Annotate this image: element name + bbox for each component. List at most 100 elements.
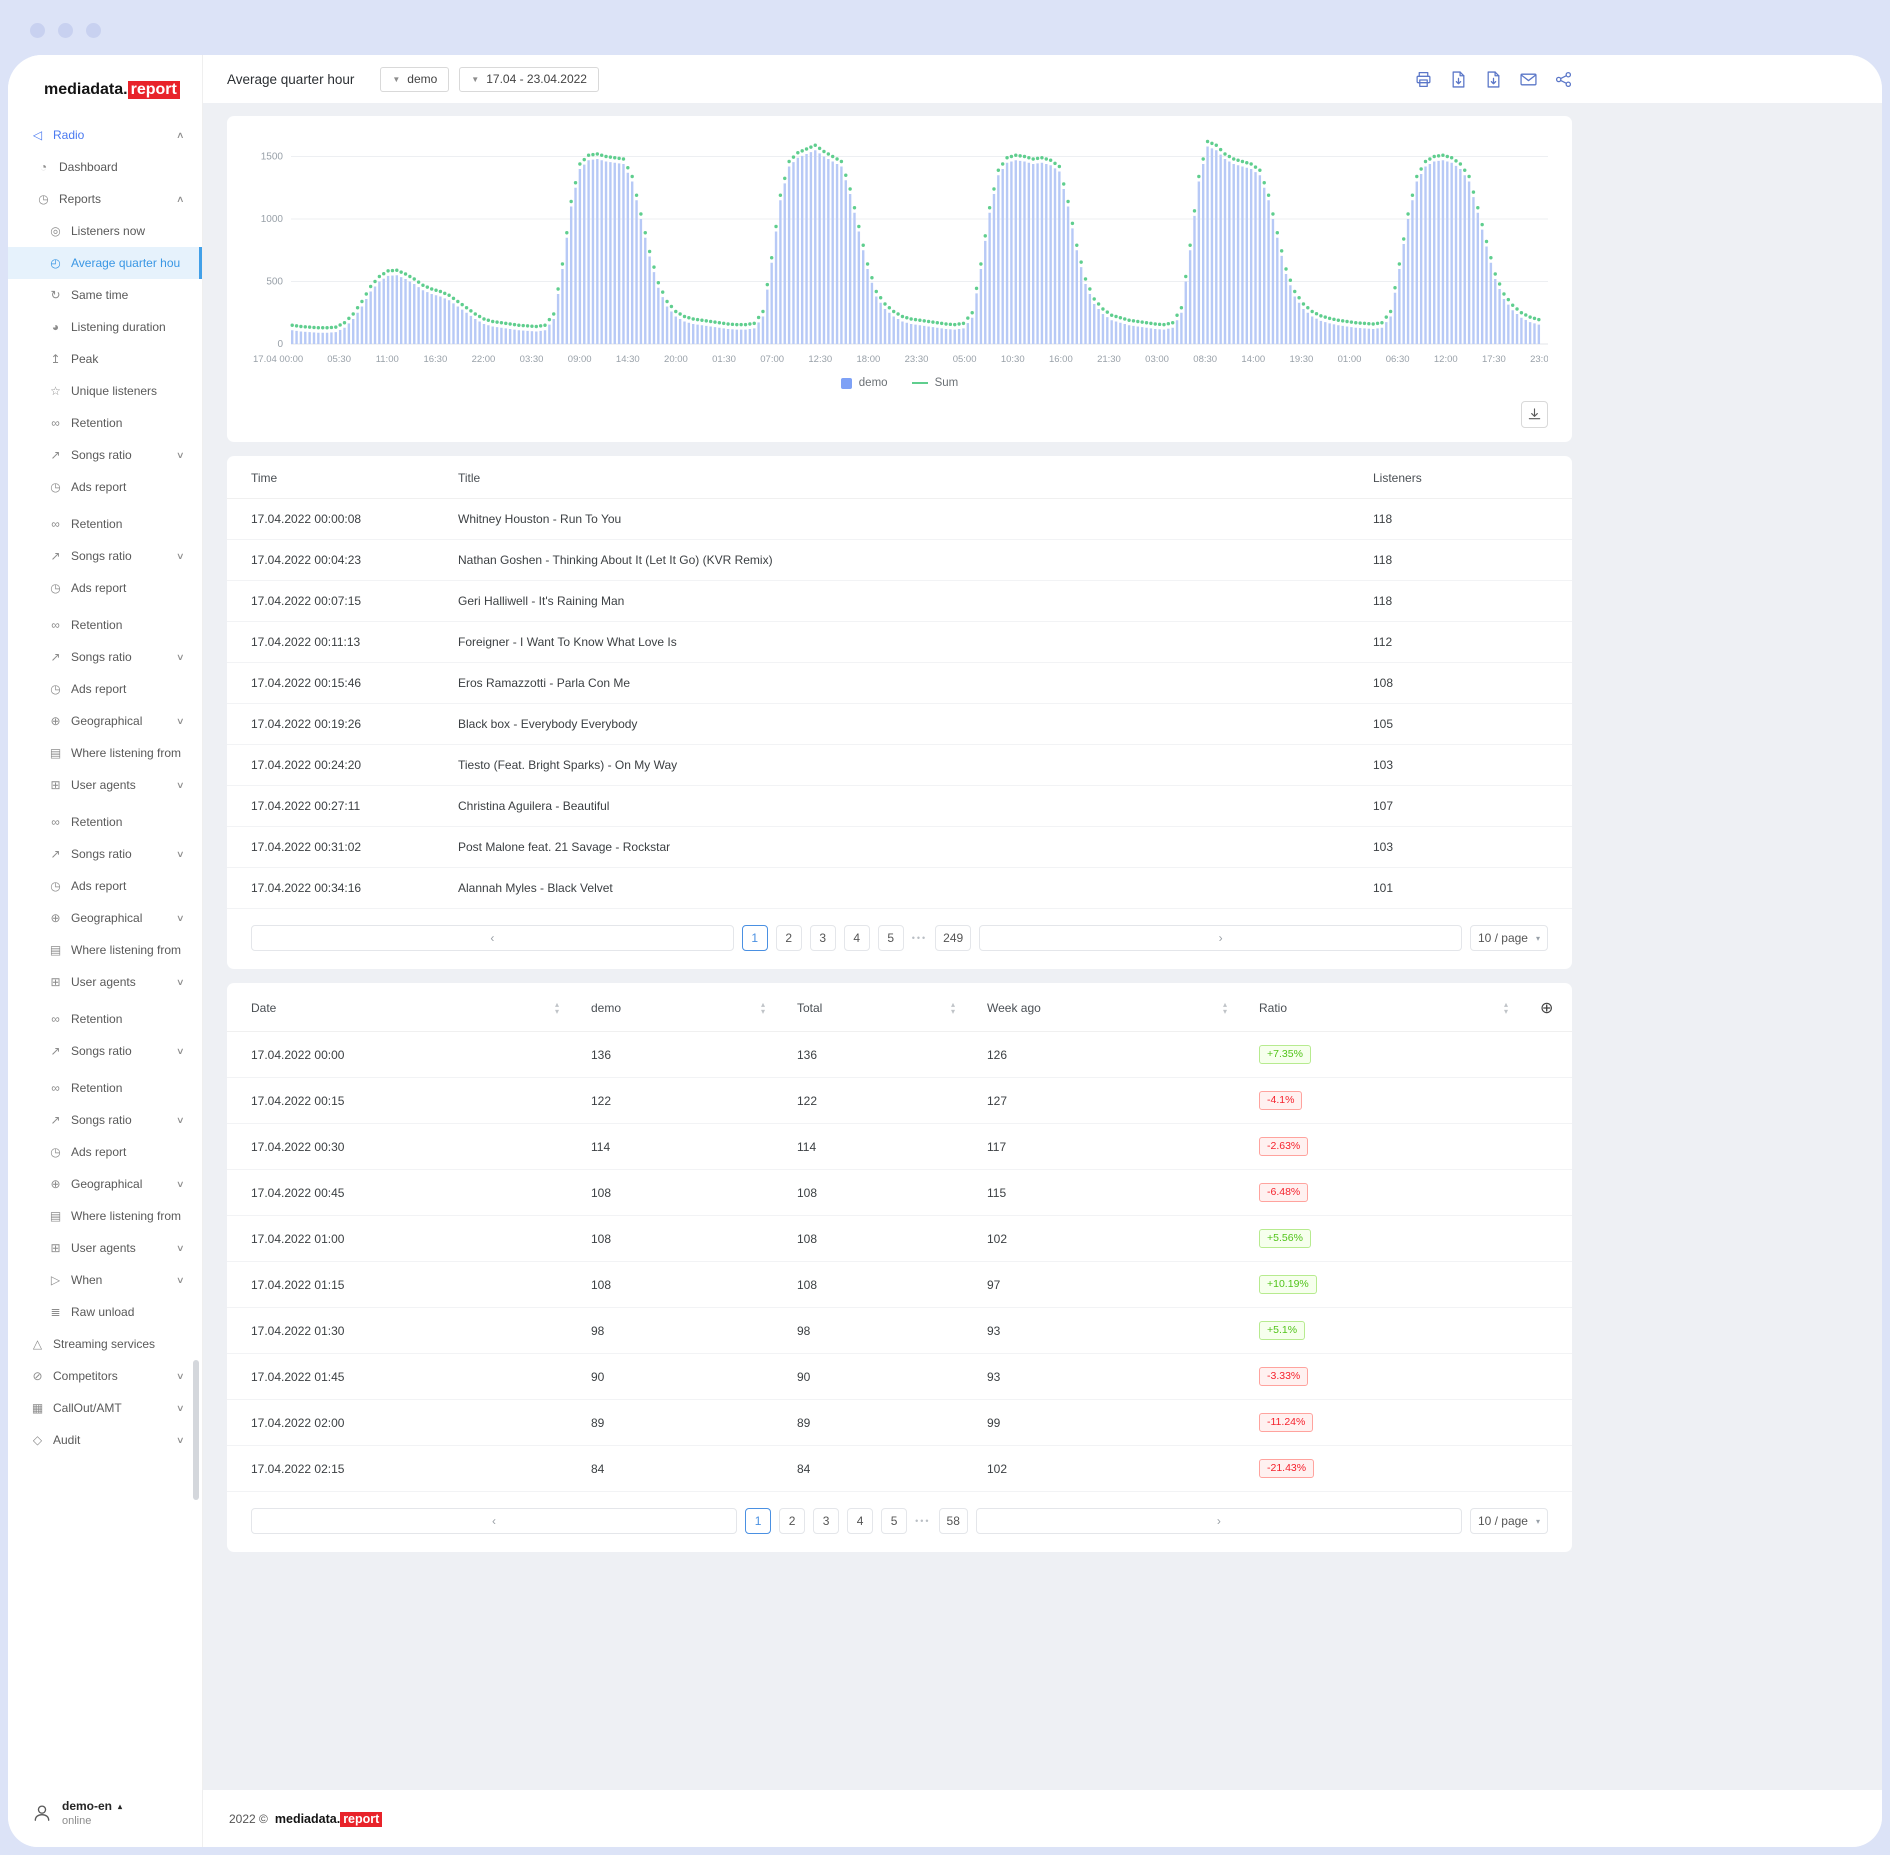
quarter-hour-next-button[interactable]: › (975, 1508, 1462, 1534)
sidebar-item-reports[interactable]: ◷ Reports ∧ (8, 183, 202, 215)
quarter-hour-page-4[interactable]: 4 (847, 1508, 874, 1534)
songs-prev-button[interactable]: ‹ (250, 925, 734, 951)
station-select[interactable]: ▼ demo (380, 66, 450, 92)
sidebar-item-dashboard[interactable]: ◔ Dashboard (8, 151, 202, 183)
ratio-badge: -11.24% (1259, 1413, 1314, 1432)
sidebar-item-label: Competitors (53, 1369, 118, 1383)
sidebar-item-streaming-services[interactable]: △ Streaming services (8, 1328, 202, 1360)
export-file-button[interactable] (1449, 70, 1467, 88)
sidebar-item-songs-ratio[interactable]: ↗ Songs ratio ∨ (8, 1104, 202, 1136)
sidebar-item-songs-ratio[interactable]: ↗ Songs ratio ∨ (8, 439, 202, 471)
sidebar-item-audit[interactable]: ◇ Audit ∨ (8, 1424, 202, 1456)
songs-next-button[interactable]: › (979, 925, 1462, 951)
sidebar-item-ads-report[interactable]: ◷ Ads report (8, 471, 202, 503)
date-range-select[interactable]: ▼ 17.04 - 23.04.2022 (459, 66, 599, 92)
sort-demo-button[interactable]: ▴ ▾ (761, 1001, 765, 1016)
sidebar-item-user-agents[interactable]: ⊞ User agents ∨ (8, 966, 202, 998)
sidebar-item-when[interactable]: ▷ When ∨ (8, 1264, 202, 1296)
svg-text:10:30: 10:30 (1001, 354, 1025, 365)
app-logo[interactable]: mediadata. report (8, 55, 202, 119)
sidebar-item-retention[interactable]: ∞ Retention (8, 1003, 202, 1035)
share-button[interactable] (1554, 70, 1572, 88)
ratio-badge: -3.33% (1259, 1367, 1309, 1386)
sidebar-item-songs-ratio[interactable]: ↗ Songs ratio ∨ (8, 641, 202, 673)
sidebar-item-radio[interactable]: ◁ Radio ∧ (8, 119, 202, 151)
song-row: 17.04.2022 00:19:26 Black box - Everybody… (227, 703, 1572, 745)
legend-item-sum[interactable]: Sum (911, 377, 958, 389)
legend-item-demo[interactable]: demo (840, 377, 888, 389)
export-xls-button[interactable] (1484, 70, 1502, 88)
sidebar-item-label: Ads report (71, 581, 127, 595)
email-button[interactable] (1519, 70, 1537, 88)
sidebar-item-retention[interactable]: ∞ Retention (8, 508, 202, 540)
print-button[interactable] (1414, 70, 1432, 88)
quarter-hour-page-2[interactable]: 2 (779, 1508, 806, 1534)
column-header-time: Time (227, 456, 442, 499)
songs-page-249[interactable]: 249 (935, 925, 972, 951)
sidebar-scrollbar[interactable] (193, 1360, 199, 1500)
sidebar-item-average-quarter-hour[interactable]: ◴ Average quarter hour (8, 247, 202, 279)
sidebar-item-where-listening-from[interactable]: ▤ Where listening from (8, 737, 202, 769)
user-menu[interactable]: demo-en ▴ online (8, 1785, 202, 1847)
sort-week-ago-button[interactable]: ▴ ▾ (1223, 1001, 1227, 1016)
chart-download-button[interactable] (1521, 401, 1548, 428)
song-title-cell: Whitney Houston - Run To You (442, 498, 1357, 540)
song-row: 17.04.2022 00:24:20 Tiesto (Feat. Bright … (227, 744, 1572, 786)
sidebar-item-competitors[interactable]: ⊘ Competitors ∨ (8, 1360, 202, 1392)
quarter-hour-prev-button[interactable]: ‹ (251, 1508, 738, 1534)
column-header-demo: demo ▴ ▾ (575, 983, 781, 1032)
sidebar-item-retention[interactable]: ∞ Retention (8, 1072, 202, 1104)
songs-table: Time Title Listeners 17.04.2022 00:00:08… (227, 456, 1572, 909)
sidebar-item-geographical[interactable]: ⊕ Geographical ∨ (8, 1168, 202, 1200)
sidebar-item-unique-listeners[interactable]: ☆ Unique listeners (8, 375, 202, 407)
sidebar-item-user-agents[interactable]: ⊞ User agents ∨ (8, 769, 202, 801)
songs-page-5[interactable]: 5 (877, 925, 904, 951)
sidebar-item-retention[interactable]: ∞ Retention (8, 407, 202, 439)
chevron-down-icon: ∨ (176, 779, 185, 790)
sidebar-item-listening-duration[interactable]: ◕ Listening duration (8, 311, 202, 343)
demo-cell: 89 (575, 1399, 781, 1446)
sidebar-item-listeners-now[interactable]: ◎ Listeners now (8, 215, 202, 247)
songs-ellipsis[interactable]: ••• (912, 933, 927, 943)
sidebar-item-retention[interactable]: ∞ Retention (8, 806, 202, 838)
sidebar-item-peak[interactable]: ↥ Peak (8, 343, 202, 375)
ratio-badge: -4.1% (1259, 1091, 1303, 1110)
chevron-down-icon: ∨ (176, 449, 185, 460)
sidebar-item-ads-report[interactable]: ◷ Ads report (8, 572, 202, 604)
quarter-hour-page-1[interactable]: 1 (745, 1508, 772, 1534)
add-column-button[interactable]: ⊕ (1540, 1000, 1553, 1017)
sort-total-button[interactable]: ▴ ▾ (951, 1001, 955, 1016)
quarter-hour-page-3[interactable]: 3 (813, 1508, 840, 1534)
songs-page-size-select[interactable]: 10 / page ▾ (1469, 925, 1548, 951)
quarter-hour-ellipsis[interactable]: ••• (915, 1516, 930, 1526)
sidebar-item-ads-report[interactable]: ◷ Ads report (8, 1136, 202, 1168)
sidebar-item-songs-ratio[interactable]: ↗ Songs ratio ∨ (8, 540, 202, 572)
sidebar-item-where-listening-from[interactable]: ▤ Where listening from (8, 1200, 202, 1232)
songs-page-1[interactable]: 1 (741, 925, 768, 951)
quarter-hour-page-58[interactable]: 58 (938, 1508, 968, 1534)
sidebar-item-songs-ratio[interactable]: ↗ Songs ratio ∨ (8, 838, 202, 870)
quarter-hour-page-size-select[interactable]: 10 / page ▾ (1469, 1508, 1548, 1534)
svg-text:16:30: 16:30 (423, 354, 447, 365)
songs-page-4[interactable]: 4 (843, 925, 870, 951)
sidebar-item-where-listening-from[interactable]: ▤ Where listening from (8, 934, 202, 966)
sidebar-item-user-agents[interactable]: ⊞ User agents ∨ (8, 1232, 202, 1264)
quarter-hour-page-5[interactable]: 5 (881, 1508, 908, 1534)
sidebar-item-geographical[interactable]: ⊕ Geographical ∨ (8, 705, 202, 737)
sort-date-button[interactable]: ▴ ▾ (555, 1001, 559, 1016)
songs-page-3[interactable]: 3 (809, 925, 836, 951)
sidebar-item-songs-ratio[interactable]: ↗ Songs ratio ∨ (8, 1035, 202, 1067)
song-listeners-cell: 103 (1357, 826, 1572, 868)
demo-cell: 84 (575, 1445, 781, 1492)
song-title-cell: Post Malone feat. 21 Savage - Rockstar (442, 826, 1357, 868)
sidebar-item-ads-report[interactable]: ◷ Ads report (8, 870, 202, 902)
sort-ratio-button[interactable]: ▴ ▾ (1504, 1001, 1508, 1016)
sidebar-item-geographical[interactable]: ⊕ Geographical ∨ (8, 902, 202, 934)
svg-text:0: 0 (277, 339, 283, 350)
sidebar-item-callout-amt[interactable]: ▦ CallOut/AMT ∨ (8, 1392, 202, 1424)
songs-page-2[interactable]: 2 (775, 925, 802, 951)
sidebar-item-same-time[interactable]: ↻ Same time (8, 279, 202, 311)
sidebar-item-retention[interactable]: ∞ Retention (8, 609, 202, 641)
sidebar-item-raw-unload[interactable]: ≣ Raw unload (8, 1296, 202, 1328)
sidebar-item-ads-report[interactable]: ◷ Ads report (8, 673, 202, 705)
